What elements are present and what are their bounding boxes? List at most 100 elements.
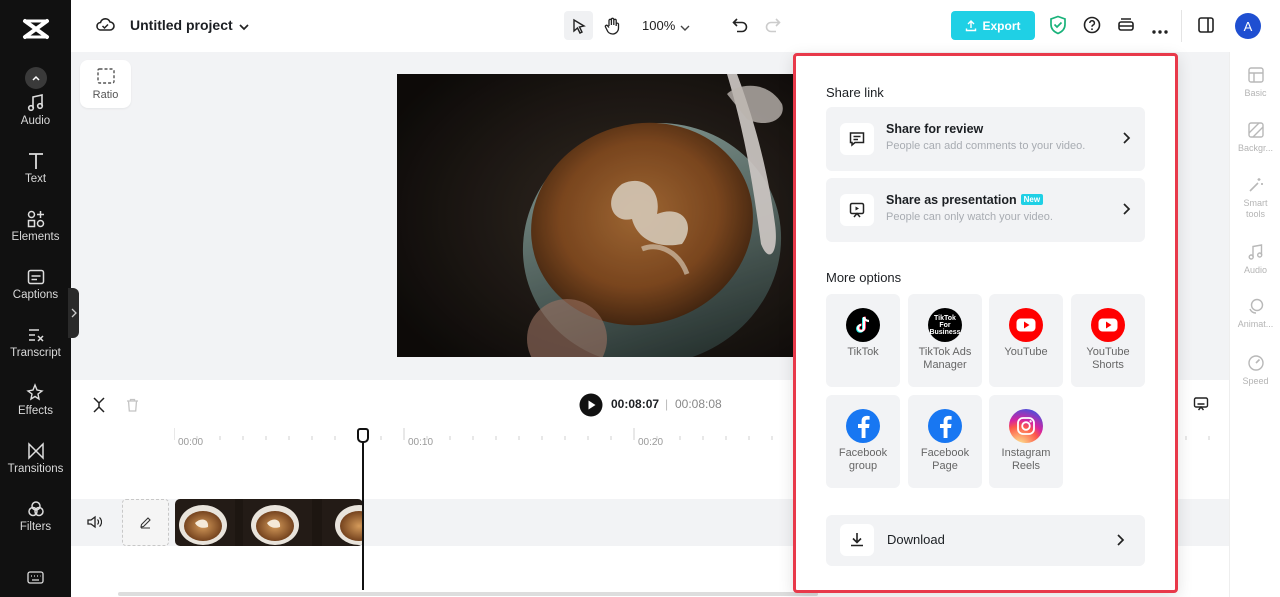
upload-icon [966, 19, 977, 31]
tiktok-icon [846, 308, 880, 342]
current-time: 00:08:07 [611, 397, 660, 411]
download-label: Download [887, 532, 945, 547]
split-icon[interactable] [91, 396, 107, 419]
share-option-tiktok-ads-manager[interactable]: TikTok For Business TikTok Ads Manager [908, 294, 982, 387]
play-button[interactable] [579, 393, 603, 422]
redo-icon[interactable] [764, 16, 782, 39]
animation-icon [1248, 298, 1263, 314]
panel-layout-icon[interactable] [1197, 16, 1215, 39]
video-clip[interactable] [175, 499, 363, 546]
property-item-label: Audio [1243, 265, 1268, 275]
select-tool-button[interactable] [564, 11, 593, 40]
youtube-shorts-icon [1091, 308, 1125, 342]
tiktok-business-logo-text: TikTok For Business [929, 314, 961, 336]
chevron-down-icon[interactable] [238, 19, 250, 37]
timeline-scrollbar[interactable] [118, 592, 818, 596]
facebook-icon [846, 409, 880, 443]
delete-icon[interactable] [125, 397, 140, 418]
stack-icon[interactable] [1117, 16, 1135, 39]
tick-label: 00:00 [178, 437, 204, 448]
edit-cover-button[interactable] [122, 499, 169, 546]
share-option-tiktok[interactable]: TikTok [826, 294, 900, 387]
hand-icon [604, 17, 620, 35]
zoom-level[interactable]: 100% [642, 18, 675, 33]
project-title[interactable]: Untitled project [130, 17, 233, 33]
left-sidebar: Audio Text Elements Captions Transcript … [0, 0, 71, 597]
keyboard-icon[interactable] [27, 571, 44, 589]
property-item-speed[interactable]: Speed [1230, 354, 1280, 387]
comment-icon [840, 123, 874, 155]
property-sidebar: Basic Backgr... Smart tools Audio Animat… [1229, 52, 1280, 597]
capcut-logo-icon[interactable] [22, 16, 50, 42]
share-review-title: Share for review [886, 122, 984, 136]
sidebar-item-elements[interactable]: Elements [0, 209, 71, 259]
sidebar-item-effects[interactable]: Effects [0, 383, 71, 433]
undo-icon[interactable] [731, 16, 749, 39]
property-item-label: Smart tools [1243, 198, 1268, 219]
option-label: YouTube Shorts [1086, 346, 1130, 371]
option-label: TikTok Ads Manager [918, 346, 972, 371]
sidebar-item-label: Effects [18, 405, 53, 417]
sidebar-item-transitions[interactable]: Transitions [0, 441, 71, 491]
share-presentation-title: Share as presentation New [886, 193, 1044, 207]
share-option-facebook-group[interactable]: Facebook group [826, 395, 900, 488]
volume-icon[interactable] [86, 515, 103, 534]
download-button[interactable]: Download [826, 515, 1145, 566]
sidebar-item-captions[interactable]: Captions [0, 267, 71, 317]
avatar[interactable]: A [1235, 13, 1261, 39]
property-item-smart-tools[interactable]: Smart tools [1230, 176, 1280, 220]
cloud-sync-icon[interactable] [95, 16, 115, 39]
share-option-youtube[interactable]: YouTube [989, 294, 1063, 387]
share-option-facebook-page[interactable]: Facebook Page [908, 395, 982, 488]
cursor-icon [572, 18, 586, 34]
hand-tool-button[interactable] [598, 11, 627, 40]
share-as-presentation-button[interactable]: Share as presentation New People can only… [826, 178, 1145, 242]
option-label: Instagram Reels [1001, 447, 1051, 472]
playhead-handle[interactable] [357, 428, 369, 443]
property-item-background[interactable]: Backgr... [1230, 121, 1280, 154]
sidebar-item-text[interactable]: Text [0, 151, 71, 201]
sidebar-item-label: Audio [20, 115, 51, 127]
playhead[interactable] [362, 430, 364, 590]
collapse-up-button[interactable] [25, 67, 47, 89]
new-badge: New [1020, 194, 1044, 205]
toolbar-divider [1181, 10, 1182, 42]
clip-thumbnails [175, 499, 363, 546]
share-option-instagram-reels[interactable]: Instagram Reels [989, 395, 1063, 488]
ratio-button[interactable]: Ratio [80, 60, 131, 108]
sidebar-expand-handle[interactable] [68, 288, 79, 338]
property-item-animation[interactable]: Animat... [1230, 297, 1280, 330]
presentation-icon [840, 194, 874, 226]
share-option-youtube-shorts[interactable]: YouTube Shorts [1071, 294, 1145, 387]
sidebar-item-label: Captions [12, 289, 59, 301]
zoom-chevron-down-icon[interactable] [679, 20, 691, 38]
basic-icon [1247, 67, 1264, 83]
more-options-title: More options [826, 270, 902, 285]
option-label: Facebook Page [920, 447, 970, 472]
property-item-basic[interactable]: Basic [1230, 66, 1280, 99]
transcript-icon [28, 329, 44, 342]
share-review-desc: People can add comments to your video. [886, 140, 1086, 152]
text-icon [28, 153, 43, 169]
effects-icon [25, 383, 44, 401]
export-button[interactable]: Export [951, 11, 1035, 40]
facebook-icon [928, 409, 962, 443]
ratio-label: Ratio [92, 89, 119, 101]
help-icon[interactable] [1083, 16, 1101, 39]
option-label: YouTube [1004, 346, 1048, 358]
shield-check-icon[interactable] [1049, 15, 1067, 40]
ratio-icon [96, 68, 115, 84]
sidebar-item-audio[interactable]: Audio [0, 93, 71, 143]
more-options-icon[interactable] [1151, 22, 1169, 40]
youtube-icon [1009, 308, 1043, 342]
captions-icon [27, 269, 44, 285]
video-preview[interactable] [397, 74, 797, 357]
share-panel: Share link Share for review People can a… [793, 53, 1178, 593]
caption-display-icon[interactable] [1193, 396, 1209, 417]
property-item-audio[interactable]: Audio [1230, 243, 1280, 276]
download-icon [840, 524, 874, 556]
share-for-review-button[interactable]: Share for review People can add comments… [826, 107, 1145, 171]
sidebar-item-filters[interactable]: Filters [0, 499, 71, 549]
sidebar-item-transcript[interactable]: Transcript [0, 325, 71, 375]
top-bar: Untitled project 100% Export A [71, 0, 1280, 52]
